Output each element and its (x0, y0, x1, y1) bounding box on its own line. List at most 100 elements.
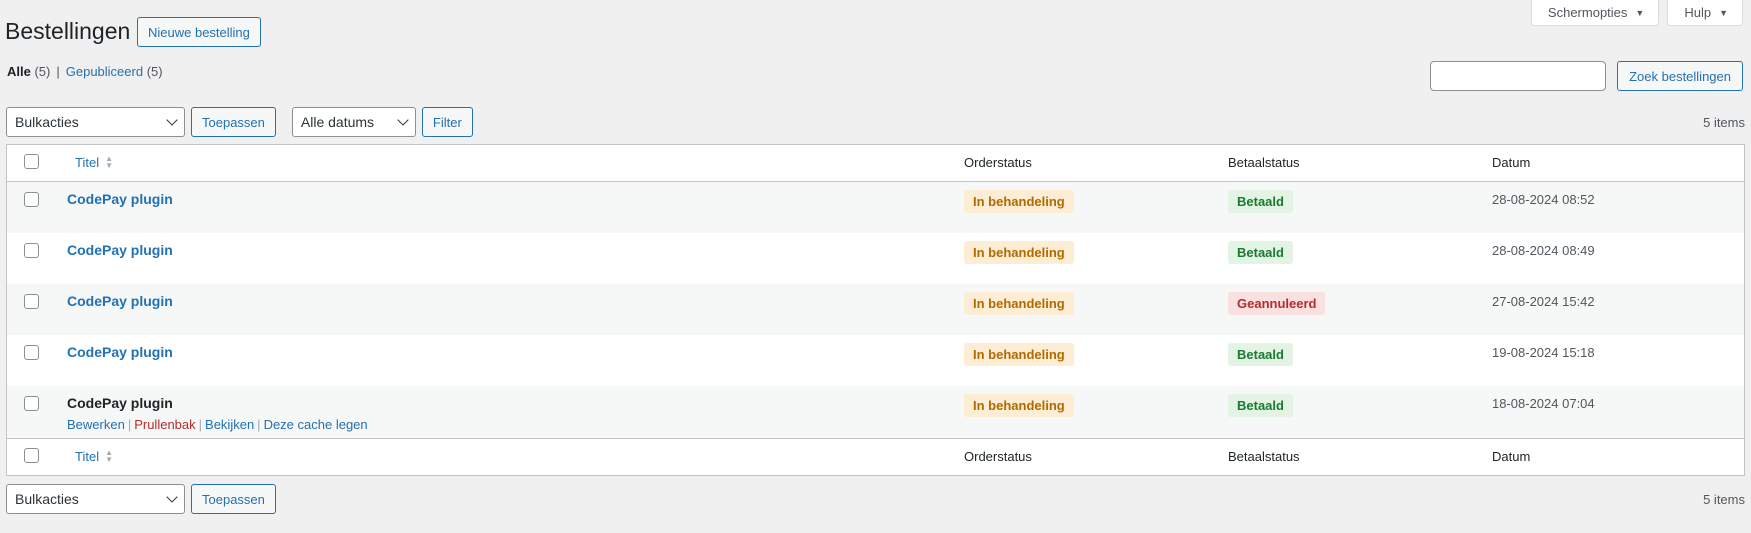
table-row: CodePay plugin In behandeling Betaald 28… (7, 233, 1744, 284)
select-all-checkbox[interactable] (24, 154, 39, 169)
order-status-badge: In behandeling (964, 394, 1074, 417)
screen-meta-links: Schermopties ▼ Hulp ▼ (1530, 0, 1743, 26)
view-published[interactable]: Gepubliceerd (5) (66, 64, 163, 79)
order-status-cell: In behandeling (964, 394, 1074, 417)
table-row: CodePay plugin In behandeling Geannuleer… (7, 284, 1744, 335)
order-status-badge: In behandeling (964, 241, 1074, 264)
table-footer: Titel ▲ ▼ Orderstatus Betaalstatus Datum (7, 438, 1744, 475)
column-title-sort[interactable]: Titel ▲ ▼ (75, 154, 113, 171)
order-title-link[interactable]: CodePay plugin (67, 191, 173, 207)
page-title: Bestellingen (5, 18, 131, 44)
row-title-cell: CodePay plugin (67, 344, 173, 360)
status-views: Alle (5) | Gepubliceerd (5) (7, 64, 163, 79)
column-date: Datum (1492, 155, 1531, 170)
row-title-cell: CodePay plugin (67, 191, 173, 207)
filter-button[interactable]: Filter (421, 107, 473, 137)
items-count: 5 items (1703, 114, 1745, 130)
payment-status-badge: Betaald (1228, 190, 1293, 213)
row-title-cell: CodePay plugin (67, 242, 173, 258)
order-date: 19-08-2024 15:18 (1492, 345, 1595, 360)
order-status-cell: In behandeling (964, 190, 1074, 213)
caret-down-icon: ▼ (1635, 7, 1645, 18)
chevron-down-icon (166, 114, 178, 126)
bulk-actions-select-bottom[interactable]: Bulkacties (6, 484, 185, 514)
payment-status-badge: Betaald (1228, 241, 1293, 264)
select-all-checkbox-footer[interactable] (24, 448, 39, 463)
payment-status-badge: Betaald (1228, 394, 1293, 417)
view-link[interactable]: Bekijken (205, 417, 254, 432)
add-new-order-button[interactable]: Nieuwe bestelling (137, 17, 261, 47)
payment-status-badge: Betaald (1228, 343, 1293, 366)
row-action-separator: | (198, 417, 203, 432)
search-input[interactable] (1430, 61, 1607, 91)
bulk-actions-value: Bulkacties (15, 114, 79, 130)
row-title-cell: CodePay plugin (67, 293, 173, 309)
apply-bulk-button[interactable]: Toepassen (191, 107, 276, 137)
view-published-label: Gepubliceerd (65, 64, 144, 79)
order-title-link[interactable]: CodePay plugin (67, 344, 173, 360)
column-order-status: Orderstatus (964, 449, 1032, 464)
order-title-link[interactable]: CodePay plugin (67, 395, 173, 411)
column-order-status: Orderstatus (964, 155, 1032, 170)
screen-options-label: Schermopties (1547, 5, 1628, 20)
view-all-count: (5) (34, 64, 51, 79)
bulk-actions-select[interactable]: Bulkacties (6, 107, 185, 137)
sort-icon: ▲ ▼ (105, 448, 113, 464)
clear-cache-link[interactable]: Deze cache legen (264, 417, 368, 432)
date-filter-value: Alle datums (300, 114, 375, 130)
tablenav-bottom: Bulkacties Toepassen 5 items (6, 484, 1745, 514)
order-date: 27-08-2024 15:42 (1492, 294, 1595, 309)
column-payment-status: Betaalstatus (1228, 155, 1300, 170)
order-status-badge: In behandeling (964, 190, 1074, 213)
tablenav-top: Bulkacties Toepassen Alle datums Filter … (6, 107, 1745, 137)
table-row: CodePay plugin Bewerken | Prullenbak | Bekij… (7, 386, 1744, 438)
view-all[interactable]: Alle (5) (7, 64, 50, 79)
payment-status-cell: Geannuleerd (1228, 292, 1326, 315)
order-title-link[interactable]: CodePay plugin (67, 293, 173, 309)
row-checkbox[interactable] (24, 345, 39, 360)
table-header: Titel ▲ ▼ Orderstatus Betaalstatus Datum (7, 145, 1744, 182)
table-row: CodePay plugin In behandeling Betaald 19… (7, 335, 1744, 386)
apply-bulk-button-bottom[interactable]: Toepassen (191, 484, 276, 514)
payment-status-cell: Betaald (1228, 190, 1293, 213)
order-status-badge: In behandeling (964, 292, 1074, 315)
row-actions: Bewerken | Prullenbak | Bekijken | Deze cache … (67, 417, 368, 432)
order-status-badge: In behandeling (964, 343, 1074, 366)
search-orders-button[interactable]: Zoek bestellingen (1617, 61, 1743, 91)
column-title-label: Titel (75, 155, 100, 170)
bulk-actions-value: Bulkacties (15, 491, 79, 507)
column-title-sort-footer[interactable]: Titel ▲ ▼ (75, 448, 113, 465)
view-published-count: (5) (146, 64, 163, 79)
help-toggle[interactable]: Hulp ▼ (1667, 0, 1743, 26)
help-label: Hulp (1684, 5, 1712, 20)
row-checkbox[interactable] (24, 396, 39, 411)
caret-down-icon: ▼ (1719, 7, 1728, 18)
row-checkbox[interactable] (24, 294, 39, 309)
sort-icon: ▲ ▼ (105, 154, 113, 170)
screen-options-toggle[interactable]: Schermopties ▼ (1530, 0, 1660, 26)
order-status-cell: In behandeling (964, 343, 1074, 366)
column-payment-status: Betaalstatus (1228, 449, 1300, 464)
view-separator: | (56, 64, 60, 79)
order-title-link[interactable]: CodePay plugin (67, 242, 173, 258)
row-title-cell: CodePay plugin Bewerken | Prullenbak | Bekij… (67, 395, 368, 432)
order-status-cell: In behandeling (964, 292, 1074, 315)
chevron-down-icon (397, 114, 409, 126)
view-all-label: Alle (7, 64, 31, 79)
row-checkbox[interactable] (24, 243, 39, 258)
trash-link[interactable]: Prullenbak (134, 417, 195, 432)
payment-status-cell: Betaald (1228, 343, 1293, 366)
orders-table: Titel ▲ ▼ Orderstatus Betaalstatus Datum … (6, 144, 1745, 476)
payment-status-cell: Betaald (1228, 241, 1293, 264)
date-filter-select[interactable]: Alle datums (291, 107, 416, 137)
column-date: Datum (1492, 449, 1531, 464)
table-row: CodePay plugin In behandeling Betaald 28… (7, 182, 1744, 233)
order-date: 28-08-2024 08:49 (1492, 243, 1595, 258)
order-status-cell: In behandeling (964, 241, 1074, 264)
edit-link[interactable]: Bewerken (67, 417, 125, 432)
payment-status-cell: Betaald (1228, 394, 1293, 417)
row-checkbox[interactable] (24, 192, 39, 207)
chevron-down-icon (166, 491, 178, 503)
search-box: Zoek bestellingen (1430, 61, 1743, 91)
row-action-separator: | (257, 417, 261, 432)
